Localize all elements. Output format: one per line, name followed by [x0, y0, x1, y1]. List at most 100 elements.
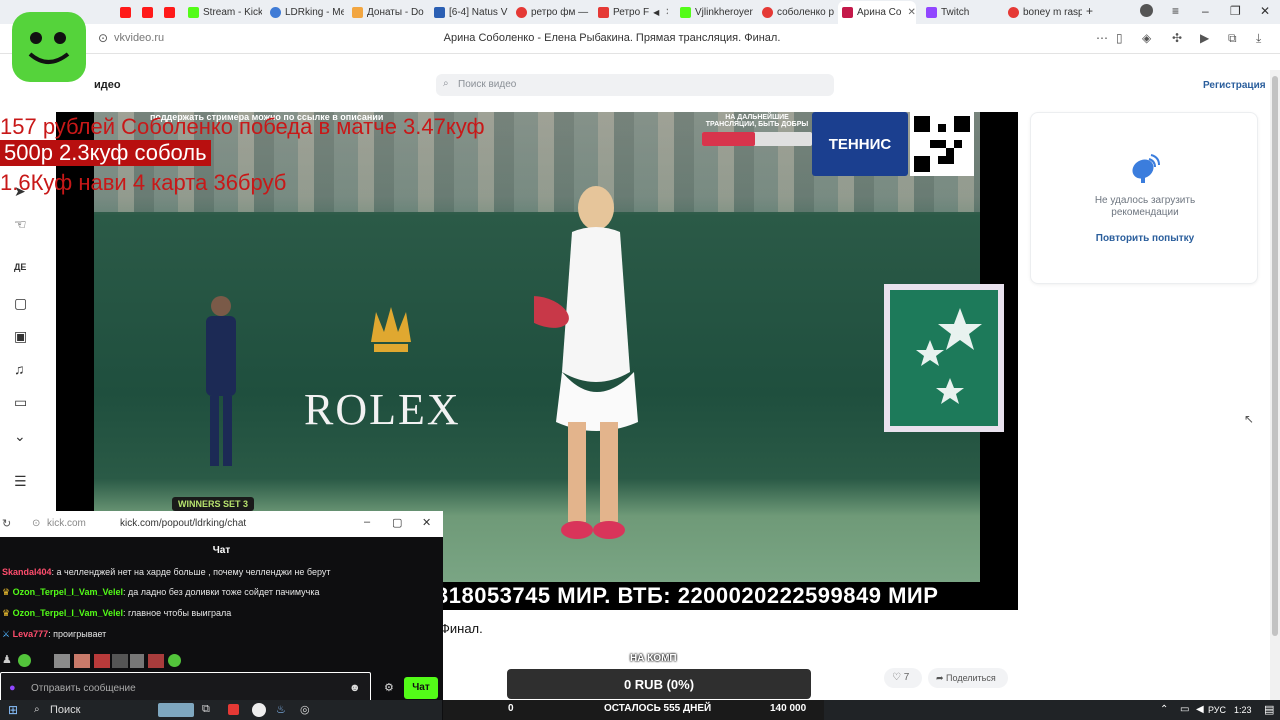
- bookmark-icon[interactable]: ▯: [1116, 31, 1123, 45]
- taskbar-search[interactable]: Поиск: [50, 704, 80, 716]
- qr-code: [910, 112, 974, 176]
- ball-person-figure: [206, 296, 236, 466]
- donation-goal-fill: [702, 132, 755, 146]
- tab-arina-active[interactable]: Арина Со ✕: [838, 1, 916, 24]
- satellite-dish-icon: [1132, 154, 1160, 183]
- tab-twitch[interactable]: Twitch: [922, 3, 1000, 21]
- donationalerts-icon: [352, 6, 363, 18]
- emote-icon[interactable]: [148, 654, 164, 668]
- vk-video-logo[interactable]: идео: [94, 79, 121, 91]
- tab-retro-fm-search[interactable]: ретро фм —: [512, 3, 592, 21]
- retry-button[interactable]: Повторить попытку: [1031, 233, 1259, 244]
- tab-vjlinkheroyer[interactable]: Vjlinkheroyer: [676, 3, 756, 21]
- language-indicator[interactable]: РУС: [1208, 705, 1226, 715]
- lock-icon: ⊙: [32, 518, 41, 529]
- yandex-icon: [1008, 6, 1019, 18]
- tab-donations[interactable]: Донаты - Do: [348, 3, 426, 21]
- tab-stream-kick[interactable]: Stream - Kick: [184, 3, 262, 21]
- play-icon[interactable]: ▶: [1200, 31, 1209, 45]
- profile-avatar[interactable]: [1140, 4, 1153, 17]
- scrollbar-thumb[interactable]: [1272, 76, 1278, 636]
- new-tab-icon[interactable]: +: [1086, 4, 1093, 18]
- notifications-icon[interactable]: ▤: [1264, 703, 1274, 716]
- tab-youtube-2[interactable]: [138, 3, 160, 21]
- emoji-icon[interactable]: ☻: [349, 682, 361, 694]
- chat-url-path[interactable]: kick.com/popout/ldrking/chat: [120, 518, 246, 529]
- settings-gear-icon[interactable]: ⚙: [384, 681, 394, 694]
- close-window-icon[interactable]: ✕: [1260, 4, 1270, 18]
- tab-sobolenko-search[interactable]: соболенко р: [758, 3, 836, 21]
- tab-youtube-1[interactable]: [116, 3, 138, 21]
- close-icon[interactable]: ✕: [422, 516, 431, 529]
- tab-retro-fm[interactable]: Ретро F◀✕: [594, 3, 668, 21]
- search-input[interactable]: Поиск видео: [436, 74, 834, 96]
- more-icon[interactable]: ⋯: [1096, 31, 1108, 45]
- tab-boney-m[interactable]: boney m rasp: [1004, 3, 1082, 21]
- microphone-icon[interactable]: ●: [9, 682, 16, 694]
- emote-icon[interactable]: [112, 654, 128, 668]
- tray-chevron-icon[interactable]: ⌃: [1160, 704, 1168, 715]
- download-icon[interactable]: ⤓: [1256, 31, 1261, 46]
- chat-message: Skandal404: а челленджей нет на харде бо…: [2, 567, 331, 577]
- chat-popout-window: ↻ ⊙ kick.com kick.com/popout/ldrking/cha…: [0, 511, 443, 720]
- bnp-sign: [884, 284, 1004, 432]
- windows-start-icon[interactable]: ⊞: [8, 703, 18, 717]
- steam-icon[interactable]: ♨: [276, 703, 286, 716]
- clock[interactable]: 1:23: [1234, 705, 1252, 715]
- donation-start-value: 0: [508, 703, 514, 714]
- page-scrollbar[interactable]: [1270, 70, 1280, 700]
- globe-icon: [270, 6, 281, 18]
- restore-icon[interactable]: ▢: [392, 516, 402, 529]
- restore-icon[interactable]: ❐: [1230, 4, 1241, 18]
- speaker-icon: ◀: [653, 7, 660, 17]
- kids-icon[interactable]: ДЕ: [14, 262, 26, 272]
- emote-icon[interactable]: [54, 654, 70, 668]
- music-icon[interactable]: ♫: [14, 361, 25, 377]
- close-tab-icon[interactable]: ✕: [907, 7, 915, 18]
- donation-goal-text: НА ДАЛЬНЕЙШИЕ ТРАНСЛЯЦИИ, БЫТЬ ДОБРЫ: [705, 114, 809, 128]
- emote-icon[interactable]: [94, 654, 110, 668]
- like-button[interactable]: ♡ 7: [884, 668, 922, 688]
- rolex-sign: ROLEX: [304, 385, 461, 434]
- chat-send-button[interactable]: Чат: [404, 677, 438, 699]
- emote-icon[interactable]: [130, 654, 144, 668]
- emote-icon[interactable]: ♟: [2, 653, 12, 666]
- task-view-icon[interactable]: ⧉: [202, 703, 210, 716]
- tab-youtube-3[interactable]: [160, 3, 182, 21]
- sword-badge-icon: ⚔: [2, 629, 13, 639]
- emote-icon[interactable]: [168, 654, 181, 667]
- chat-message: ♛ Ozon_Terpel_I_Vam_Velel: да ладно без …: [2, 587, 320, 597]
- minimize-icon[interactable]: –: [364, 516, 370, 528]
- address-bar: ⊙ vkvideo.ru Арина Соболенко - Елена Рыб…: [0, 24, 1280, 54]
- minimize-icon[interactable]: –: [1202, 4, 1209, 18]
- register-link[interactable]: Регистрация: [1203, 80, 1266, 91]
- emote-icon[interactable]: [18, 654, 31, 667]
- network-icon[interactable]: ▭: [1180, 704, 1189, 715]
- youtube-icon: [142, 6, 153, 18]
- system-tray: ⌃ ▭ ◀ РУС 1:23 ▤: [824, 700, 1280, 720]
- reload-icon[interactable]: ↻: [2, 517, 11, 530]
- yandex-taskbar-icon[interactable]: [228, 704, 239, 715]
- obs-icon[interactable]: ◎: [300, 703, 310, 716]
- share-button[interactable]: ➦ Поделиться: [928, 668, 1008, 688]
- menu-icon[interactable]: ≡: [1172, 4, 1179, 18]
- extensions-icon[interactable]: ✣: [1172, 31, 1182, 45]
- youtube-icon: [164, 6, 175, 18]
- tab-natus-vincere[interactable]: [6-4] Natus V: [430, 3, 508, 21]
- tab-ldrking[interactable]: LDRking - Me: [266, 3, 344, 21]
- close-tab-icon[interactable]: ✕: [665, 7, 668, 18]
- browser-taskbar-icon[interactable]: [252, 703, 266, 717]
- yandex-icon: [516, 6, 527, 18]
- tv-shows-icon[interactable]: ▣: [14, 328, 27, 345]
- collections-icon[interactable]: ⧉: [1228, 31, 1237, 46]
- protect-icon[interactable]: ◈: [1142, 31, 1151, 45]
- hand-icon[interactable]: ☜: [14, 216, 27, 233]
- search-highlight-icon[interactable]: [158, 703, 194, 717]
- book-icon[interactable]: ▢: [14, 295, 27, 312]
- emote-icon[interactable]: [74, 654, 90, 668]
- chevron-down-icon[interactable]: ⌄: [14, 428, 26, 445]
- chat-message: ♛ Ozon_Terpel_I_Vam_Velel: главное чтобы…: [2, 608, 232, 618]
- list-icon[interactable]: ☰: [14, 473, 27, 490]
- monitor-icon[interactable]: ▭: [14, 394, 27, 411]
- volume-icon[interactable]: ◀: [1196, 704, 1204, 715]
